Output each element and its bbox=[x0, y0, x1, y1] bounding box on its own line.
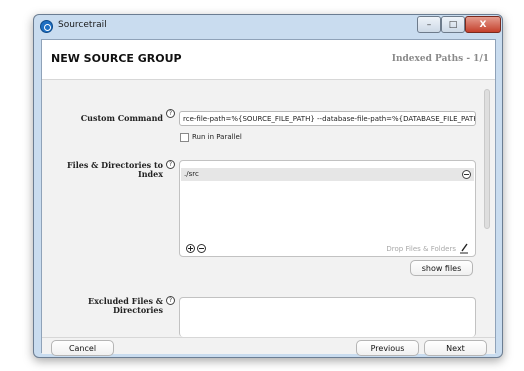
sourcetrail-window: Sourcetrail – □ X NEW SOURCE GROUP Index… bbox=[33, 14, 503, 358]
list-item-path: ./src bbox=[184, 170, 199, 178]
edit-icon[interactable] bbox=[459, 243, 469, 254]
previous-button[interactable]: Previous bbox=[356, 340, 419, 356]
help-icon[interactable]: ? bbox=[166, 109, 175, 118]
show-files-button[interactable]: show files bbox=[410, 260, 473, 276]
dialog-header: NEW SOURCE GROUP Indexed Paths - 1/1 bbox=[42, 40, 495, 80]
page-title: NEW SOURCE GROUP bbox=[51, 52, 182, 65]
cancel-button[interactable]: Cancel bbox=[51, 340, 114, 356]
files-directories-list[interactable]: ./src Drop Files & Folders bbox=[179, 160, 476, 257]
title-bar[interactable]: Sourcetrail – □ X bbox=[34, 15, 502, 38]
next-button[interactable]: Next bbox=[424, 340, 487, 356]
list-item[interactable]: ./src bbox=[181, 168, 474, 181]
indexed-paths-counter: Indexed Paths - 1/1 bbox=[391, 54, 489, 64]
custom-command-label: Custom Command bbox=[80, 113, 163, 123]
minimize-button[interactable]: – bbox=[417, 16, 441, 33]
close-button[interactable]: X bbox=[465, 16, 501, 33]
help-icon[interactable]: ? bbox=[166, 296, 175, 305]
list-footer: Drop Files & Folders bbox=[180, 242, 475, 256]
help-icon[interactable]: ? bbox=[166, 160, 175, 169]
window-title: Sourcetrail bbox=[58, 20, 107, 30]
scrollbar[interactable] bbox=[483, 86, 491, 336]
files-directories-label: Files & Directories to Index bbox=[67, 160, 163, 179]
maximize-button[interactable]: □ bbox=[441, 16, 465, 33]
remove-item-icon[interactable] bbox=[462, 170, 471, 179]
custom-command-input[interactable]: rce-file-path=%{SOURCE_FILE_PATH} --data… bbox=[179, 111, 476, 126]
sourcetrail-icon bbox=[40, 20, 53, 33]
dialog-content: NEW SOURCE GROUP Indexed Paths - 1/1 Cus… bbox=[41, 39, 496, 356]
scrollbar-thumb[interactable] bbox=[484, 89, 490, 229]
excluded-label: Excluded Files & Directories bbox=[87, 296, 163, 315]
add-icon[interactable] bbox=[186, 244, 195, 253]
excluded-list[interactable] bbox=[179, 297, 476, 337]
run-in-parallel-label: Run in Parallel bbox=[192, 133, 242, 141]
drop-files-hint: Drop Files & Folders bbox=[386, 245, 456, 253]
remove-icon[interactable] bbox=[197, 244, 206, 253]
run-in-parallel-checkbox[interactable] bbox=[180, 133, 189, 142]
